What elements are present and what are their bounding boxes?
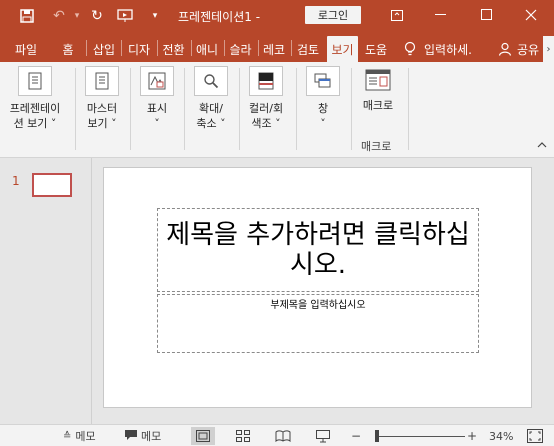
comment-icon: [124, 429, 138, 444]
slide-thumbnail[interactable]: [32, 173, 72, 197]
undo-dropdown-icon[interactable]: ▾: [66, 5, 88, 27]
title-bar: ↶ ▾ ↻ ▾ 프레젠테이션1 - 로그인: [0, 0, 554, 32]
slide-sorter-icon: [236, 430, 250, 442]
fit-to-window-icon[interactable]: [527, 428, 543, 444]
title-placeholder[interactable]: 제목을 추가하려면 클릭하십시오.: [157, 208, 479, 292]
tab-animations[interactable]: 애니: [192, 36, 222, 62]
slideshow-button[interactable]: [311, 427, 335, 445]
collapse-ribbon-icon[interactable]: [537, 140, 547, 151]
slide-number: 1: [12, 174, 20, 188]
repeat-icon[interactable]: ↻: [86, 5, 108, 27]
ribbon-tabs: 파일 홈 삽입 디자 전환 애니 슬라 레코 검토 보기 도움 입력하세. 공유…: [0, 32, 554, 62]
tab-separator: [121, 40, 122, 56]
show-label-1: 표시: [146, 102, 168, 115]
reading-view-icon: [275, 430, 291, 442]
vertical-scrollbar[interactable]: [541, 158, 554, 424]
window-icon: [306, 66, 340, 96]
close-icon[interactable]: [516, 4, 546, 26]
normal-view-button[interactable]: [191, 427, 215, 445]
group-separator: [239, 68, 240, 150]
slide-sorter-button[interactable]: [231, 427, 255, 445]
normal-view-icon: [196, 430, 210, 442]
slide-thumbnails-pane: 1: [0, 158, 92, 424]
color-grayscale-button[interactable]: 컬러/회 색조 ˅: [249, 66, 283, 131]
master-views-icon: [85, 66, 119, 96]
person-icon: [497, 36, 513, 62]
comments-label: 메모: [141, 430, 162, 443]
minimize-icon[interactable]: [426, 4, 456, 26]
tab-slide-show[interactable]: 슬라: [225, 36, 256, 62]
show-icon: [140, 66, 174, 96]
chevron-right-icon[interactable]: ›: [543, 36, 554, 62]
group-separator: [351, 68, 352, 150]
save-icon[interactable]: [16, 5, 38, 27]
macros-button[interactable]: 매크로: [361, 66, 395, 113]
macros-label: 매크로: [362, 99, 394, 112]
tab-home[interactable]: 홈: [55, 36, 81, 62]
presentation-views-icon: [18, 66, 52, 96]
color-grayscale-label-1: 컬러/회: [249, 102, 284, 115]
zoom-in-button[interactable]: +: [467, 428, 477, 444]
present-from-start-icon[interactable]: [114, 5, 136, 27]
tab-design[interactable]: 디자: [123, 36, 155, 62]
tab-insert[interactable]: 삽입: [89, 36, 119, 62]
notes-button[interactable]: ≙ 메모: [63, 428, 96, 444]
reading-view-button[interactable]: [271, 427, 295, 445]
subtitle-placeholder[interactable]: 부제목을 입력하십시오: [157, 294, 479, 353]
tab-review[interactable]: 검토: [292, 36, 324, 62]
tab-transitions[interactable]: 전환: [158, 36, 189, 62]
zoom-button[interactable]: 확대/ 축소 ˅: [194, 66, 228, 131]
window-button[interactable]: 창 ˅: [306, 66, 340, 131]
master-views-button[interactable]: 마스터 보기 ˅: [85, 66, 119, 131]
group-separator: [408, 68, 409, 150]
zoom-slider-thumb[interactable]: [375, 430, 379, 442]
status-bar: ≙ 메모 메모 − + 34%: [0, 424, 554, 446]
zoom-slider-track[interactable]: [375, 436, 465, 437]
window-label-1: 창: [317, 102, 329, 115]
customize-toolbar-icon[interactable]: ▾: [144, 5, 166, 27]
zoom-label-1: 확대/: [199, 102, 223, 115]
show-button[interactable]: 표시 ˅: [140, 66, 174, 131]
comments-button[interactable]: 메모: [124, 428, 161, 444]
color-grayscale-label-2: 색조 ˅: [251, 117, 281, 130]
ribbon-display-options-icon[interactable]: [382, 4, 412, 26]
maximize-icon[interactable]: [472, 4, 502, 26]
macros-icon: [361, 66, 395, 96]
tab-help[interactable]: 도움: [361, 36, 391, 62]
tab-view[interactable]: 보기: [327, 36, 358, 62]
magnifier-icon: [194, 66, 228, 96]
notes-label: 메모: [75, 430, 96, 443]
tab-separator: [86, 40, 87, 56]
notes-icon: ≙: [63, 430, 72, 442]
zoom-out-button[interactable]: −: [351, 428, 361, 444]
lightbulb-icon: [400, 36, 420, 62]
slideshow-icon: [316, 429, 330, 442]
zoom-label-2: 축소 ˅: [196, 117, 226, 130]
tell-me-search[interactable]: 입력하세.: [424, 36, 486, 62]
group-separator: [130, 68, 131, 150]
slide-canvas[interactable]: 제목을 추가하려면 클릭하십시오. 부제목을 입력하십시오: [103, 167, 532, 408]
login-button[interactable]: 로그인: [305, 6, 361, 24]
zoom-level[interactable]: 34%: [489, 428, 513, 444]
macro-group-label: 매크로: [361, 140, 392, 153]
window-label-2: ˅: [320, 117, 326, 130]
show-label-2: ˅: [154, 117, 160, 130]
master-views-label-1: 마스터: [86, 102, 118, 115]
document-title: 프레젠테이션1 -: [178, 10, 261, 24]
presentation-views-label-1: 프레젠테이: [9, 102, 61, 115]
group-separator: [296, 68, 297, 150]
color-grayscale-icon: [249, 66, 284, 96]
group-separator: [184, 68, 185, 150]
group-separator: [75, 68, 76, 150]
tab-record[interactable]: 레코: [259, 36, 289, 62]
presentation-views-label-2: 션 보기 ˅: [13, 117, 57, 130]
presentation-views-button[interactable]: 프레젠테이 션 보기 ˅: [10, 66, 60, 131]
master-views-label-2: 보기 ˅: [87, 117, 117, 130]
tab-file[interactable]: 파일: [8, 36, 44, 62]
ribbon-view: 프레젠테이 션 보기 ˅ 마스터 보기 ˅ 표시 ˅ 확대/ 축소 ˅ 컬러/회…: [0, 62, 554, 158]
share-button[interactable]: 공유: [514, 36, 542, 62]
